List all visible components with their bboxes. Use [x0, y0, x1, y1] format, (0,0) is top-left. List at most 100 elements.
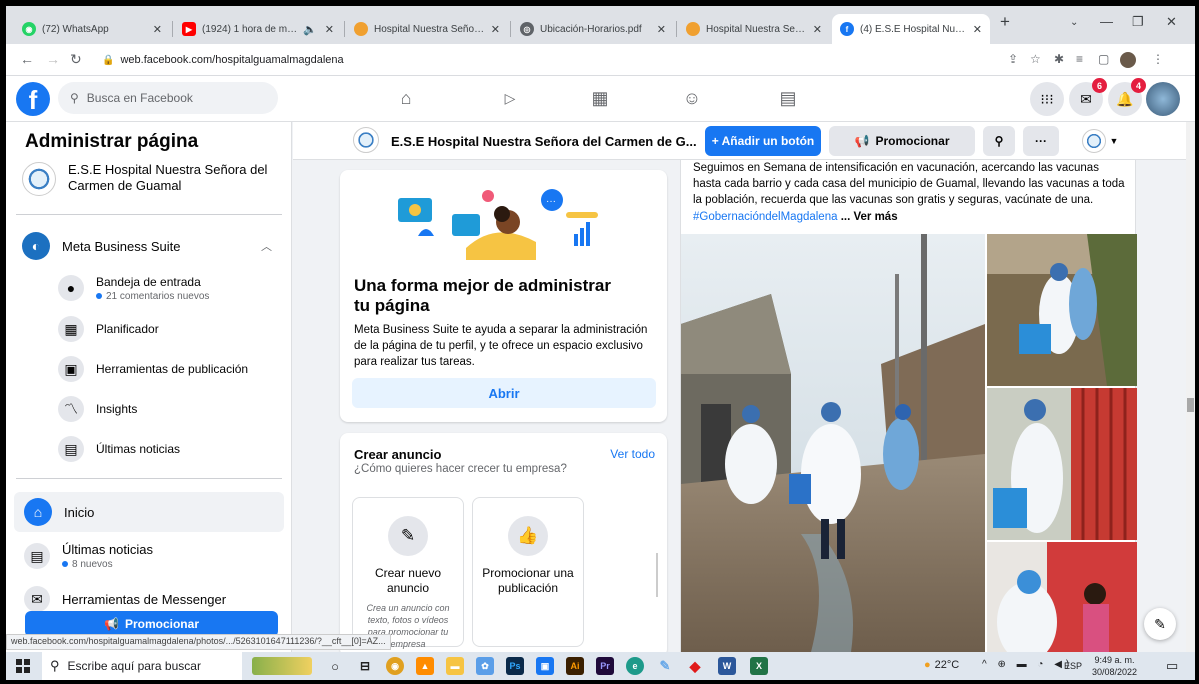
- language-indicator[interactable]: ESP: [1064, 661, 1082, 671]
- store-icon[interactable]: ▣: [536, 657, 554, 675]
- chat-icon: ●: [58, 275, 84, 301]
- profile-avatar[interactable]: [1120, 52, 1136, 68]
- excel-icon[interactable]: X: [750, 657, 768, 675]
- sidepanel-icon[interactable]: ▢: [1098, 52, 1109, 66]
- promote-post-option[interactable]: 👍 Promocionar una publicación: [472, 497, 584, 647]
- more-button[interactable]: ···: [1023, 126, 1059, 156]
- weather-widget[interactable]: ● 22°C: [924, 659, 959, 671]
- notifications-icon[interactable]: 🔔 4: [1108, 78, 1146, 116]
- gaming-icon[interactable]: ▤: [776, 86, 800, 110]
- address-bar[interactable]: 🔒 web.facebook.com/hospitalguamalmagdale…: [96, 49, 996, 71]
- reload-icon[interactable]: ↻: [70, 51, 82, 68]
- post-photo-2[interactable]: [987, 234, 1137, 386]
- marketplace-icon[interactable]: ▦: [588, 86, 612, 110]
- sidebar-item-insights[interactable]: 〽 Insights: [6, 394, 291, 424]
- system-tray-icons[interactable]: ^ ⊕ ▬ ◔ ◀): [982, 659, 1073, 670]
- caret-down-icon: ▼: [1109, 136, 1119, 146]
- page-scrollbar[interactable]: [1186, 122, 1195, 652]
- windows-start-icon[interactable]: [16, 659, 30, 673]
- taskbar-search-input[interactable]: ⚲ Escribe aquí para buscar: [42, 652, 242, 680]
- cortana-icon[interactable]: ○: [326, 657, 344, 675]
- app-icon[interactable]: ✿: [476, 657, 494, 675]
- star-icon[interactable]: ☆: [1030, 52, 1041, 66]
- hospital-logo-icon: [686, 22, 700, 36]
- restore-button[interactable]: ❐: [1132, 14, 1144, 30]
- file-explorer-icon[interactable]: ▬: [446, 657, 464, 675]
- switch-profile-button[interactable]: ▼: [1075, 126, 1125, 156]
- tab-facebook[interactable]: f (4) E.S.E Hospital Nuestra S ✕: [832, 14, 990, 44]
- search-icon[interactable]: ⚲: [983, 126, 1015, 156]
- post-photo-4[interactable]: [987, 542, 1137, 652]
- premiere-icon[interactable]: Pr: [596, 657, 614, 675]
- close-icon[interactable]: ✕: [973, 23, 982, 36]
- sidebar-item-inbox[interactable]: ● Bandeja de entrada 21 comentarios nuev…: [6, 268, 291, 308]
- facebook-logo[interactable]: f: [16, 82, 50, 116]
- home-icon: ⌂: [24, 498, 52, 526]
- messenger-icon[interactable]: ✉ 6: [1069, 78, 1107, 116]
- meta-business-suite-icon: ◐: [22, 232, 50, 260]
- vlc-icon[interactable]: ▲: [416, 657, 434, 675]
- messenger-badge: 6: [1092, 78, 1107, 93]
- youtube-icon: ▶: [182, 22, 196, 36]
- open-button[interactable]: Abrir: [352, 378, 656, 408]
- add-button-button[interactable]: + Añadir un botón: [705, 126, 821, 156]
- chrome-icon[interactable]: ◉: [386, 657, 404, 675]
- browser-tab-strip: ◉ (72) WhatsApp ✕ ▶ (1924) 1 hora de mús…: [6, 6, 1195, 44]
- back-icon[interactable]: ←: [20, 51, 34, 67]
- publishing-icon: ▣: [58, 356, 84, 382]
- paint-icon[interactable]: ✎: [656, 657, 674, 675]
- search-input[interactable]: ⚲ Busca en Facebook: [58, 82, 278, 114]
- tab-youtube[interactable]: ▶ (1924) 1 hora de músic 🔈 ✕: [174, 14, 342, 44]
- home-icon[interactable]: ⌂: [394, 86, 418, 110]
- menu-icon[interactable]: ⋮: [1152, 52, 1164, 66]
- sidebar-item-home[interactable]: ⌂ Inicio: [14, 492, 284, 532]
- create-new-ad-option[interactable]: ✎ Crear nuevo anuncio Crea un anuncio co…: [352, 497, 464, 649]
- sidebar-item-messenger-tools[interactable]: ✉ Herramientas de Messenger: [6, 584, 291, 614]
- sidebar-item-planner[interactable]: ▦ Planificador: [6, 314, 291, 344]
- tab-hospital-1[interactable]: Hospital Nuestra Señora de ✕: [346, 14, 508, 44]
- tab-hospital-2[interactable]: Hospital Nuestra Señora de ✕: [678, 14, 830, 44]
- clock[interactable]: 9:49 a. m. 30/08/2022: [1092, 654, 1137, 678]
- see-more-link[interactable]: ... Ver más: [841, 211, 898, 223]
- see-all-link[interactable]: Ver todo: [610, 447, 655, 461]
- notifications-center-icon[interactable]: ▭: [1166, 658, 1178, 674]
- post-photo-3[interactable]: [987, 388, 1137, 540]
- photoshop-icon[interactable]: Ps: [506, 657, 524, 675]
- meta-business-suite-row[interactable]: ◐ Meta Business Suite ︿: [6, 230, 291, 262]
- carousel-scrollbar[interactable]: [656, 553, 658, 597]
- extension-icon[interactable]: ✱: [1054, 52, 1064, 66]
- minimize-button[interactable]: —: [1100, 14, 1113, 29]
- menu-grid-icon[interactable]: ⁝⁝⁝: [1030, 82, 1064, 116]
- post-card: Seguimos en Semana de intensificación en…: [680, 160, 1137, 652]
- task-view-icon[interactable]: ⊟: [356, 657, 374, 675]
- close-icon[interactable]: ✕: [657, 23, 666, 36]
- forward-icon[interactable]: →: [46, 51, 60, 67]
- account-avatar[interactable]: [1146, 82, 1180, 116]
- hashtag-link[interactable]: #GobernacióndelMagdalena: [693, 211, 838, 223]
- post-photo-main[interactable]: [681, 234, 985, 652]
- watch-icon[interactable]: ▷: [498, 86, 522, 110]
- share-icon[interactable]: ⇪: [1008, 52, 1018, 66]
- tab-pdf[interactable]: ◎ Ubicación-Horarios.pdf ✕: [512, 14, 674, 44]
- promote-header-button[interactable]: 📢 Promocionar: [829, 126, 975, 156]
- close-icon[interactable]: ✕: [813, 23, 822, 36]
- new-message-button[interactable]: ✎: [1144, 608, 1176, 640]
- edge-icon[interactable]: e: [626, 657, 644, 675]
- sidebar-item-latest-news[interactable]: ▤ Últimas noticias: [6, 434, 291, 464]
- tab-search-icon[interactable]: ⌄: [1070, 17, 1078, 28]
- close-icon[interactable]: ✕: [153, 23, 162, 36]
- new-tab-button[interactable]: +: [1000, 12, 1010, 32]
- media-icon[interactable]: ≡: [1076, 52, 1083, 66]
- anydesk-icon[interactable]: ◆: [686, 657, 704, 675]
- page-avatar[interactable]: [353, 127, 379, 153]
- close-icon[interactable]: ✕: [491, 23, 500, 36]
- sidebar-item-news-feed[interactable]: ▤ Últimas noticias 8 nuevos: [6, 536, 291, 576]
- illustrator-icon[interactable]: Ai: [566, 657, 584, 675]
- page-identity[interactable]: E.S.E Hospital Nuestra Señora del Carmen…: [22, 162, 268, 196]
- close-window-button[interactable]: ✕: [1166, 14, 1177, 30]
- close-icon[interactable]: ✕: [325, 23, 334, 36]
- sidebar-item-publishing-tools[interactable]: ▣ Herramientas de publicación: [6, 354, 291, 384]
- groups-icon[interactable]: ☺: [680, 86, 704, 110]
- tab-whatsapp[interactable]: ◉ (72) WhatsApp ✕: [14, 14, 170, 44]
- word-icon[interactable]: W: [718, 657, 736, 675]
